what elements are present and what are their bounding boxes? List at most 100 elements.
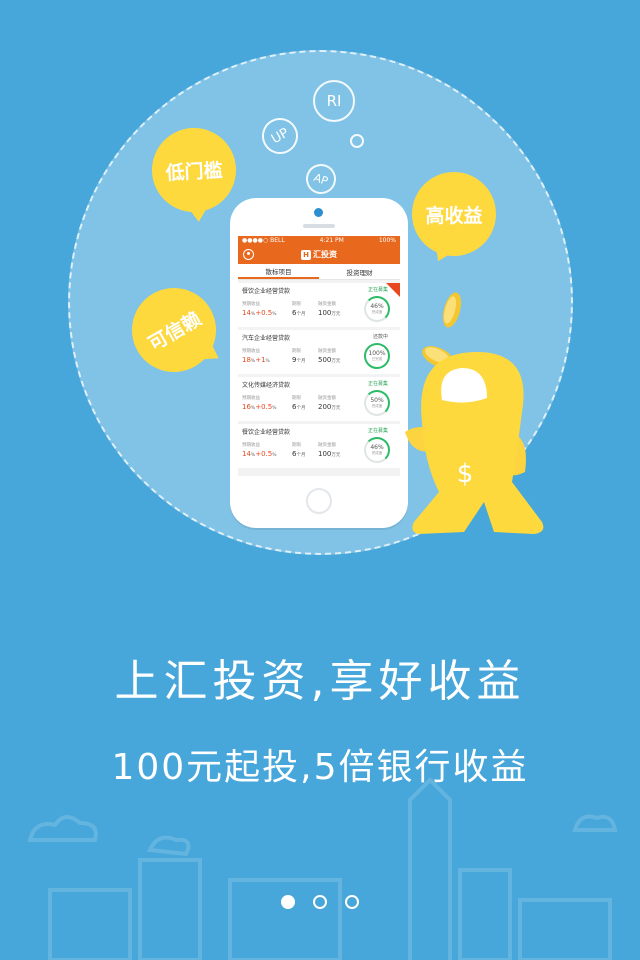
- term-value: 6个月: [292, 309, 318, 317]
- bubble-tail: [185, 203, 211, 223]
- expected-return-label: 预期收益: [242, 396, 260, 401]
- amount-label: 融资金额: [318, 396, 336, 401]
- coin-icon: [442, 292, 462, 328]
- amount-unit: 万元: [331, 359, 341, 364]
- loan-card: 汽车企业经营贷款 还款中 预期收益 期限 融资金额 18%+1% 9个月 500…: [238, 330, 400, 374]
- expected-return-value: 14%+0.5%: [242, 309, 277, 317]
- amount-number: 200: [318, 403, 332, 411]
- amount-unit: 万元: [331, 453, 341, 458]
- term-value: 9个月: [292, 356, 318, 364]
- subheadline: 100元起投,5倍银行收益: [111, 747, 529, 788]
- expected-return-value: 16%+0.5%: [242, 403, 277, 411]
- term-unit: 个月: [296, 406, 306, 411]
- page-dot[interactable]: [313, 895, 327, 909]
- app-tabs: 散标项目 投资理财: [238, 264, 400, 280]
- tab-loan-projects: 散标项目: [238, 264, 319, 279]
- percent-unit: %: [272, 406, 277, 411]
- loan-card: 餐饮企业经营贷款 正在募集 预期收益 期限 融资金额 14%+0.5% 6个月 …: [238, 424, 400, 468]
- percent-unit: %: [250, 312, 256, 317]
- amount-value: 100万元: [318, 450, 352, 458]
- term-unit: 个月: [296, 312, 306, 317]
- amount-number: 500: [318, 356, 332, 364]
- phone-home-button: [306, 488, 332, 514]
- up-label: UP: [268, 125, 292, 147]
- loan-labels: 预期收益 期限 融资金额: [242, 301, 352, 307]
- expected-return-label: 预期收益: [242, 349, 260, 354]
- app-nav-bar: H 汇投资: [238, 245, 400, 264]
- loan-values: 14%+0.5% 6个月 100万元: [242, 309, 352, 317]
- loan-card: 餐饮企业经营贷款 正在募集 预期收益 期限 融资金额 14%+0.5% 6个月 …: [238, 283, 400, 327]
- base-rate: 14: [242, 450, 251, 458]
- ri-bubble: RI: [313, 80, 355, 122]
- high-return-bubble: 高收益: [412, 172, 496, 267]
- term-unit: 个月: [296, 359, 306, 364]
- expected-return-label: 预期收益: [242, 443, 260, 448]
- percent-unit: %: [272, 453, 277, 458]
- amount-number: 100: [318, 450, 332, 458]
- status-bar: ●●●●○ BELL 4:21 PM 100%: [238, 236, 400, 245]
- amount-label: 融资金额: [318, 302, 336, 307]
- amount-value: 100万元: [318, 309, 352, 317]
- user-icon: [243, 249, 254, 260]
- loan-values: 18%+1% 9个月 500万元: [242, 356, 352, 364]
- city-skyline: [27, 777, 618, 960]
- percent-unit: %: [272, 312, 277, 317]
- term-label: 期限: [292, 396, 301, 401]
- base-rate: 14: [242, 309, 251, 317]
- onboarding-page: RI UP AP 低门槛 高收益 可信赖 ●●●●○ BELL 4:21 PM …: [0, 0, 640, 960]
- base-rate: 16: [242, 403, 251, 411]
- amount-label: 融资金额: [318, 349, 336, 354]
- base-rate: 18: [242, 356, 251, 364]
- high-return-label: 高收益: [425, 204, 483, 227]
- amount-number: 100: [318, 309, 332, 317]
- mascot-illustration: $: [405, 292, 544, 534]
- amount-unit: 万元: [331, 406, 341, 411]
- amount-label: 融资金额: [318, 443, 336, 448]
- loan-labels: 预期收益 期限 融资金额: [242, 348, 352, 354]
- expected-return-value: 14%+0.5%: [242, 450, 277, 458]
- ri-label: RI: [326, 92, 342, 110]
- trustworthy-label: 可信赖: [144, 307, 205, 356]
- term-label: 期限: [292, 302, 301, 307]
- loan-labels: 预期收益 期限 融资金额: [242, 442, 352, 448]
- loan-list: 餐饮企业经营贷款 正在募集 预期收益 期限 融资金额 14%+0.5% 6个月 …: [238, 283, 400, 468]
- phone-screen: ●●●●○ BELL 4:21 PM 100% H 汇投资 散标项目 投资理财 …: [238, 236, 400, 476]
- small-bubble: [350, 134, 364, 148]
- app-logo-icon: H: [301, 249, 311, 260]
- percent-unit: %: [250, 359, 256, 364]
- loan-values: 16%+0.5% 6个月 200万元: [242, 403, 352, 411]
- loan-labels: 预期收益 期限 融资金额: [242, 395, 352, 401]
- percent-unit: %: [250, 406, 256, 411]
- amount-value: 500万元: [318, 356, 352, 364]
- term-label: 期限: [292, 349, 301, 354]
- phone-camera: [314, 208, 323, 217]
- phone-speaker: [303, 224, 335, 228]
- ap-label: AP: [312, 170, 330, 188]
- loan-card: 文化传媒经济贷款 正在募集 预期收益 期限 融资金额 16%+0.5% 6个月 …: [238, 377, 400, 421]
- term-value: 6个月: [292, 450, 318, 458]
- bonus-rate: 0.5: [261, 309, 273, 317]
- expected-return-value: 18%+1%: [242, 356, 270, 364]
- term-value: 6个月: [292, 403, 318, 411]
- amount-value: 200万元: [318, 403, 352, 411]
- tab-investment: 投资理财: [346, 268, 373, 277]
- amount-unit: 万元: [331, 312, 341, 317]
- term-label: 期限: [292, 443, 301, 448]
- page-dot[interactable]: [345, 895, 359, 909]
- percent-unit: %: [250, 453, 256, 458]
- page-dot[interactable]: [281, 895, 295, 909]
- battery-text: 100%: [378, 237, 396, 244]
- expected-return-label: 预期收益: [242, 302, 260, 307]
- carrier-text: ●●●●○ BELL: [242, 237, 285, 244]
- term-unit: 个月: [296, 453, 306, 458]
- bonus-rate: 0.5: [261, 450, 273, 458]
- dollar-icon: $: [457, 459, 474, 489]
- status-time: 4:21 PM: [319, 237, 344, 244]
- low-threshold-label: 低门槛: [165, 159, 224, 184]
- page-indicator[interactable]: [281, 895, 359, 909]
- loan-values: 14%+0.5% 6个月 100万元: [242, 450, 352, 458]
- bonus-rate: 0.5: [261, 403, 273, 411]
- headline: 上汇投资,享好收益: [114, 656, 526, 707]
- percent-unit: %: [265, 359, 270, 364]
- app-title: 汇投资: [313, 250, 337, 259]
